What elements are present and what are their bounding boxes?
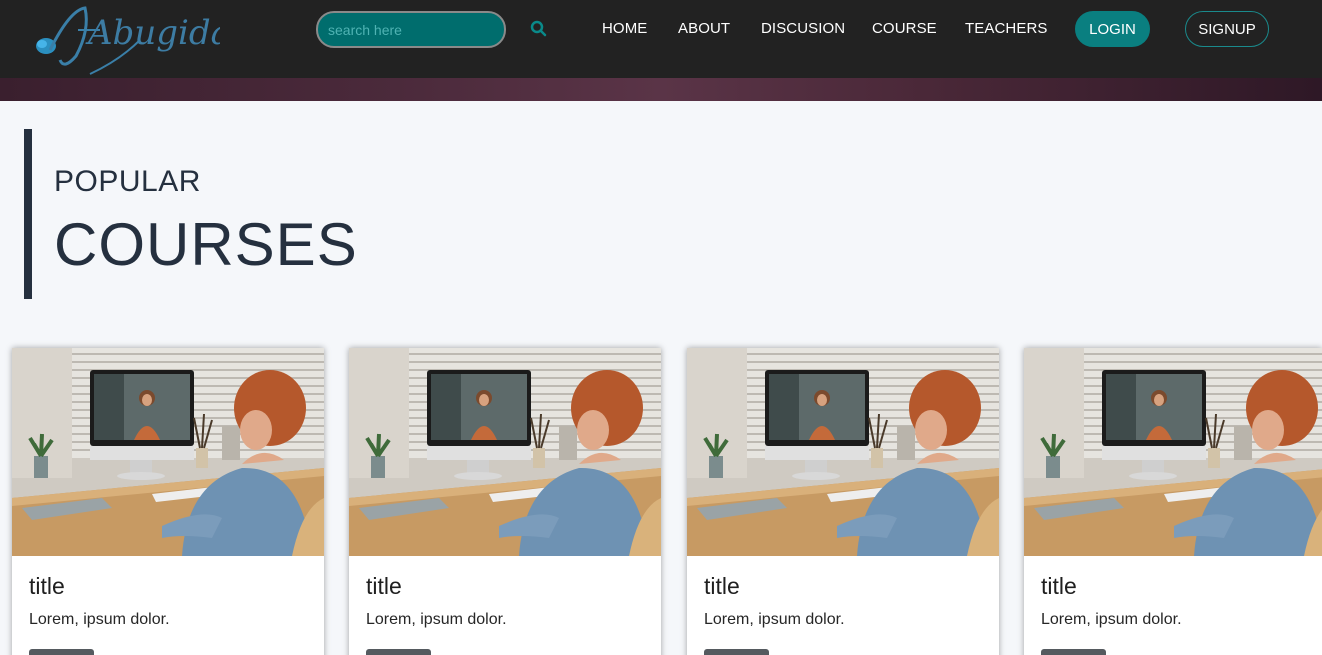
course-image <box>12 348 324 556</box>
navbar: Abugida HOME ABOUT DISCUSION COURSE TEAC… <box>0 0 1322 78</box>
course-button[interactable] <box>704 649 769 655</box>
course-description: Lorem, ipsum dolor. <box>1041 611 1182 628</box>
course-card[interactable]: title Lorem, ipsum dolor. <box>349 348 661 655</box>
logo-text: Abugida <box>85 13 220 53</box>
brand-logo[interactable]: Abugida <box>30 0 231 78</box>
search-icon[interactable] <box>528 18 550 40</box>
course-button[interactable] <box>29 649 94 655</box>
course-title: title <box>704 573 740 599</box>
course-description: Lorem, ipsum dolor. <box>29 611 170 628</box>
course-card[interactable]: title Lorem, ipsum dolor. <box>687 348 999 655</box>
nav-link-home[interactable]: HOME <box>602 20 647 37</box>
hero-banner-strip <box>0 78 1322 101</box>
nav-link-teachers[interactable]: TEACHERS <box>965 20 1047 37</box>
section-subtitle: POPULAR <box>54 165 201 198</box>
signup-button[interactable]: SIGNUP <box>1185 11 1269 47</box>
nav-link-course[interactable]: COURSE <box>872 20 937 37</box>
nav-link-about[interactable]: ABOUT <box>678 20 730 37</box>
course-title: title <box>29 573 65 599</box>
heading-accent-bar <box>24 129 32 299</box>
course-title: title <box>1041 573 1077 599</box>
course-card[interactable]: title Lorem, ipsum dolor. <box>1024 348 1322 655</box>
login-button[interactable]: LOGIN <box>1075 11 1150 47</box>
course-button[interactable] <box>1041 649 1106 655</box>
nav-link-discusion[interactable]: DISCUSION <box>761 20 845 37</box>
course-description: Lorem, ipsum dolor. <box>704 611 845 628</box>
course-title: title <box>366 573 402 599</box>
course-image <box>349 348 661 556</box>
course-image <box>1024 348 1322 556</box>
course-description: Lorem, ipsum dolor. <box>366 611 507 628</box>
search-input[interactable] <box>316 11 506 48</box>
section-title: COURSES <box>54 211 358 278</box>
course-button[interactable] <box>366 649 431 655</box>
course-image <box>687 348 999 556</box>
course-card[interactable]: title Lorem, ipsum dolor. <box>12 348 324 655</box>
